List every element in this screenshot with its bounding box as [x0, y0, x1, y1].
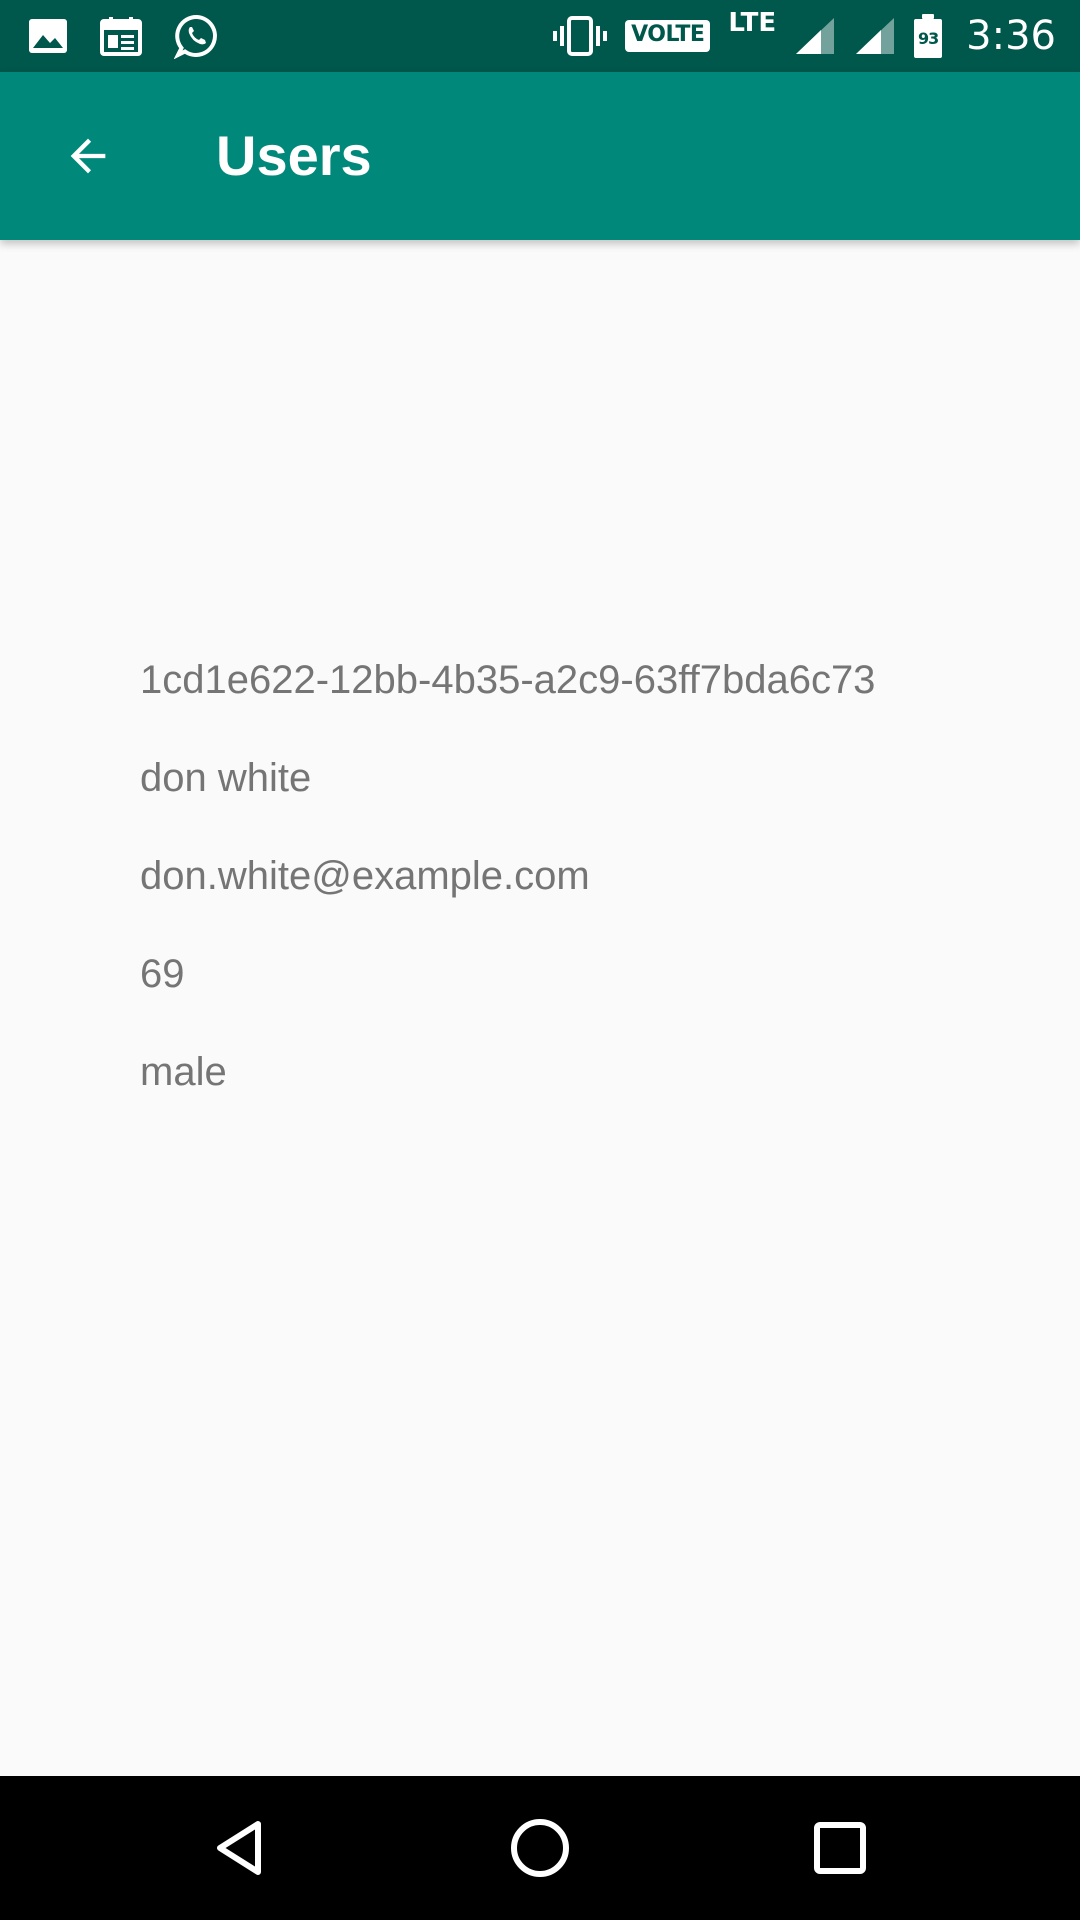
nav-recents-button[interactable] [790, 1798, 890, 1898]
nav-back-button[interactable] [190, 1798, 290, 1898]
back-triangle-icon [217, 1821, 261, 1875]
home-circle-icon [511, 1819, 569, 1877]
arrow-back-icon [70, 138, 106, 174]
user-id: 1cd1e622-12bb-4b35-a2c9-63ff7bda6c73 [140, 658, 876, 702]
app-bar: Users [0, 72, 1080, 240]
system-nav-bar [0, 1776, 1080, 1920]
notification-icons [28, 0, 220, 72]
signal-icon [854, 16, 896, 56]
user-detail-screen: VOLTE LTE 93 3:36 Users 1cd1e622-12bb-4b… [0, 0, 1080, 1920]
status-bar: VOLTE LTE 93 3:36 [0, 0, 1080, 72]
user-email: don.white@example.com [140, 854, 590, 898]
lte-icon: LTE [728, 8, 777, 38]
user-details: 1cd1e622-12bb-4b35-a2c9-63ff7bda6c73 don… [0, 240, 1080, 1776]
calendar-icon [100, 16, 142, 56]
nav-home-button[interactable] [490, 1798, 590, 1898]
page-title: Users [216, 124, 372, 187]
status-time: 3:36 [966, 13, 1056, 59]
gallery-icon [28, 18, 68, 54]
battery-level: 93 [918, 29, 939, 48]
system-status-icons: VOLTE LTE 93 3:36 [553, 0, 1056, 72]
vibrate-icon [553, 16, 608, 56]
user-gender: male [140, 1050, 227, 1094]
signal-icon [794, 16, 836, 56]
user-age: 69 [140, 952, 185, 996]
user-name: don white [140, 756, 312, 800]
back-button[interactable] [44, 112, 132, 200]
volte-icon: VOLTE [625, 20, 711, 52]
recents-square-icon [814, 1822, 866, 1874]
whatsapp-icon [174, 13, 220, 59]
battery-icon: 93 [914, 14, 943, 58]
